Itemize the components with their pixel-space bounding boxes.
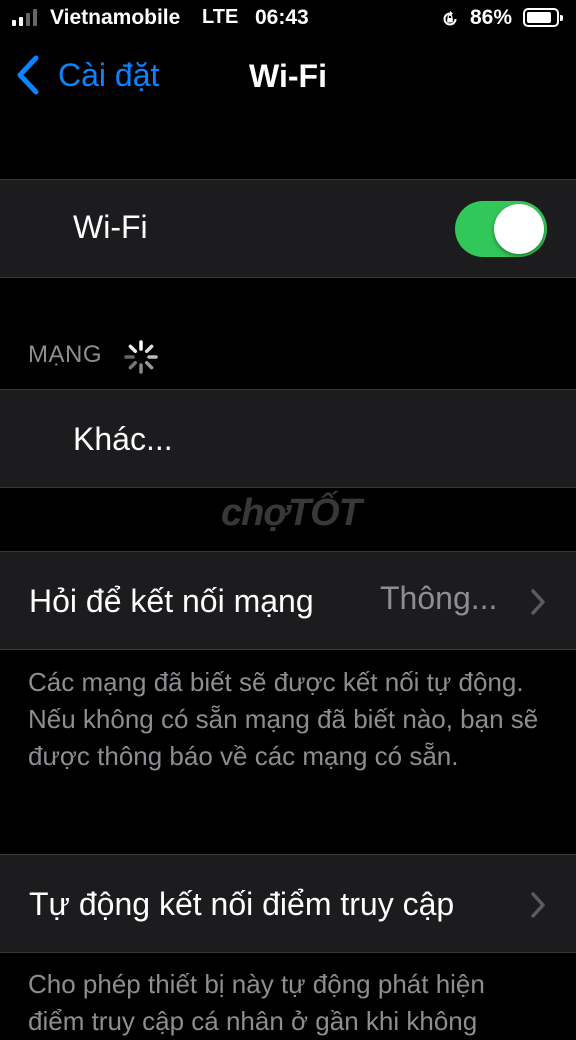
orientation-lock-icon [443, 11, 457, 26]
battery-fill [527, 12, 551, 23]
ask-to-join-label: Hỏi để kết nối mạng [29, 583, 314, 619]
auto-join-hotspot-footer: Cho phép thiết bị này tự động phát hiện … [28, 969, 485, 1036]
battery-percent: 86% [470, 6, 513, 29]
wifi-toggle[interactable] [455, 201, 547, 257]
navigation-bar: Cài đặt Wi-Fi [0, 40, 576, 110]
ask-to-join-row[interactable]: Hỏi để kết nối mạng Thông... [0, 551, 576, 650]
page-title: Wi-Fi [249, 58, 327, 94]
auto-join-hotspot-label: Tự động kết nối điểm truy cập [29, 886, 455, 922]
chevron-right-icon [531, 892, 545, 918]
battery-icon [523, 8, 563, 27]
chevron-right-icon [531, 589, 545, 615]
ask-to-join-footer: Các mạng đã biết sẽ được kết nối tự động… [28, 667, 539, 771]
status-bar: Vietnamobile LTE 06:43 86% [0, 0, 576, 38]
carrier-name: Vietnamobile [50, 6, 181, 29]
auto-join-hotspot-row[interactable]: Tự động kết nối điểm truy cập [0, 854, 576, 953]
cellular-signal-icon [12, 8, 37, 26]
ask-to-join-value: Thông... [380, 580, 498, 616]
other-network-row[interactable]: Khác... [0, 389, 576, 488]
other-network-label: Khác... [73, 421, 173, 457]
wifi-toggle-row: Wi-Fi [0, 179, 576, 278]
loading-spinner-icon [124, 340, 158, 374]
toggle-knob [494, 204, 544, 254]
networks-section-header: MẠNG [28, 341, 102, 368]
network-type: LTE [202, 6, 239, 28]
watermark-logo: chợTỐT [221, 492, 362, 534]
wifi-label: Wi-Fi [73, 209, 148, 245]
clock: 06:43 [255, 6, 309, 29]
